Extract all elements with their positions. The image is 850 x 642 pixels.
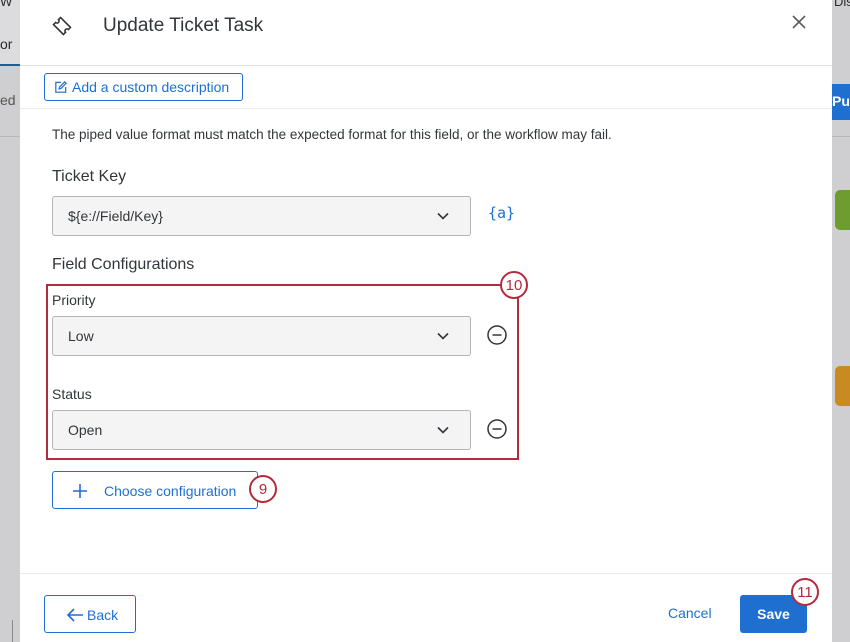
chevron-down-icon <box>437 332 449 340</box>
background-status-text: ed <box>0 92 16 108</box>
callout-badge: 10 <box>500 271 528 299</box>
modal-title: Update Ticket Task <box>103 15 264 36</box>
background-task-node <box>835 366 850 406</box>
priority-value: Low <box>68 328 94 344</box>
priority-select[interactable]: Low <box>52 316 471 356</box>
ticket-key-label: Ticket Key <box>52 168 127 185</box>
callout-badge: 11 <box>791 578 819 606</box>
chevron-down-icon <box>437 212 449 220</box>
modal-header: Update Ticket Task <box>20 0 832 66</box>
edit-icon <box>55 80 67 93</box>
piped-value-info-text: The piped value format must match the ex… <box>52 127 612 142</box>
status-value: Open <box>68 422 103 438</box>
piped-text-button[interactable]: {a} <box>488 204 515 222</box>
choose-configuration-label: Choose configuration <box>104 483 237 499</box>
cancel-button[interactable]: Cancel <box>668 605 712 621</box>
remove-status-button[interactable] <box>486 418 508 440</box>
background-divider <box>12 620 13 642</box>
remove-priority-button[interactable] <box>486 324 508 346</box>
back-button[interactable]: Back <box>44 595 136 633</box>
background-text: W <box>0 0 13 9</box>
divider <box>20 108 832 109</box>
ticket-icon <box>52 16 72 36</box>
background-divider <box>832 136 850 137</box>
background-divider <box>0 136 20 137</box>
priority-label: Priority <box>52 292 96 308</box>
field-configurations-label: Field Configurations <box>52 256 195 273</box>
background-app-left: W or ed <box>0 0 20 642</box>
ticket-key-value: ${e://Field/Key} <box>68 208 163 224</box>
choose-configuration-button[interactable]: Choose configuration <box>52 471 258 509</box>
background-tab-strip <box>0 0 20 66</box>
status-label: Status <box>52 386 92 402</box>
save-label: Save <box>757 606 790 622</box>
plus-icon <box>73 484 87 498</box>
background-text: Dis <box>834 0 850 9</box>
background-task-node <box>835 190 850 230</box>
ticket-key-select[interactable]: ${e://Field/Key} <box>52 196 471 236</box>
arrow-left-icon <box>66 608 83 622</box>
callout-badge: 9 <box>249 475 277 503</box>
back-label: Back <box>87 607 119 623</box>
chevron-down-icon <box>437 426 449 434</box>
status-select[interactable]: Open <box>52 410 471 450</box>
close-icon[interactable] <box>788 11 810 33</box>
add-custom-description-label: Add a custom description <box>72 79 230 95</box>
add-custom-description-button[interactable]: Add a custom description <box>44 73 243 101</box>
update-ticket-task-modal: Update Ticket Task Add a custom descript… <box>20 0 832 642</box>
background-tab-label: or <box>0 36 13 52</box>
divider <box>20 573 832 574</box>
